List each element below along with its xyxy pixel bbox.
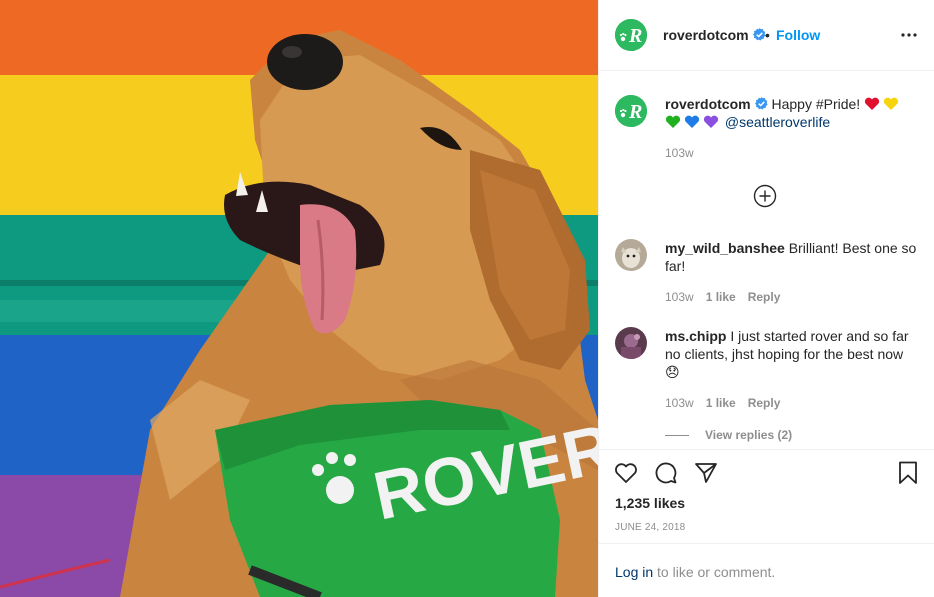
instagram-post: ROVER R roverdotcom • Follow R roverdotc… xyxy=(0,0,934,597)
heart-emojis-red-yellow-icon xyxy=(865,97,899,110)
login-link[interactable]: Log in xyxy=(615,564,653,580)
rover-logo-icon: R xyxy=(615,19,647,51)
caption: roverdotcom Happy #Pride! @seattleroverl… xyxy=(665,95,920,131)
comment-1-likes[interactable]: 1 like xyxy=(706,290,736,304)
dog-pride-photo: ROVER xyxy=(0,0,598,597)
caption-meta: 103w xyxy=(665,146,706,160)
user-avatar-icon xyxy=(615,327,647,359)
post-header: R roverdotcom • Follow xyxy=(599,0,934,71)
comment-2-reply-button[interactable]: Reply xyxy=(748,396,781,410)
post-actions: 1,235 likes JUNE 24, 2018 xyxy=(599,449,934,543)
add-comment-icon[interactable] xyxy=(753,184,777,208)
heart-emojis-green-blue-purple-icon xyxy=(665,115,719,128)
post-date[interactable]: JUNE 24, 2018 xyxy=(615,522,685,533)
verified-badge-icon xyxy=(754,97,768,110)
svg-text:R: R xyxy=(628,101,642,123)
comment-2-likes[interactable]: 1 like xyxy=(706,396,736,410)
account-username[interactable]: roverdotcom xyxy=(663,27,766,43)
comment-avatar-my-wild-banshee[interactable] xyxy=(615,239,647,271)
account-avatar[interactable]: R xyxy=(615,19,647,51)
follow-button[interactable]: Follow xyxy=(776,27,820,43)
login-prompt-text: Log in to like or comment. xyxy=(615,564,775,580)
comment-2: ms.chipp I just started rover and so far… xyxy=(665,327,920,381)
comment-avatar-ms-chipp[interactable] xyxy=(615,327,647,359)
disappointed-emoji-icon: 😞 xyxy=(665,364,680,380)
caption-avatar[interactable]: R xyxy=(615,95,647,127)
comment-1-time[interactable]: 103w xyxy=(665,290,694,304)
caption-username[interactable]: roverdotcom xyxy=(665,96,751,112)
header-separator: • xyxy=(765,27,770,43)
user-avatar-icon xyxy=(615,239,647,271)
comment-2-meta: 103w 1 like Reply xyxy=(665,396,792,410)
bookmark-icon[interactable] xyxy=(895,460,921,486)
comment-2-username[interactable]: ms.chipp xyxy=(665,328,726,344)
heart-icon[interactable] xyxy=(613,460,639,486)
verified-badge-icon xyxy=(752,28,766,41)
post-side-panel: R roverdotcom • Follow R roverdotcom Hap… xyxy=(598,0,934,597)
likes-count[interactable]: 1,235 likes xyxy=(615,495,685,511)
view-replies-button[interactable]: View replies (2) xyxy=(665,428,792,442)
comments-section: R roverdotcom Happy #Pride! @seattlerove… xyxy=(599,71,934,448)
caption-mention[interactable]: @seattleroverlife xyxy=(725,114,830,130)
share-icon[interactable] xyxy=(693,460,719,486)
more-options-icon[interactable] xyxy=(899,26,919,44)
comment-2-time[interactable]: 103w xyxy=(665,396,694,410)
comment-1-username[interactable]: my_wild_banshee xyxy=(665,240,785,256)
login-rest-text: to like or comment. xyxy=(657,564,776,580)
comment-icon[interactable] xyxy=(653,460,679,486)
comment-1-reply-button[interactable]: Reply xyxy=(748,290,781,304)
caption-timestamp[interactable]: 103w xyxy=(665,146,694,160)
caption-text: Happy #Pride! xyxy=(771,96,861,112)
replies-divider xyxy=(665,435,689,437)
comment-1: my_wild_banshee Brilliant! Best one so f… xyxy=(665,239,920,275)
login-prompt: Log in to like or comment. xyxy=(599,543,934,597)
rover-logo-icon: R xyxy=(615,95,647,127)
post-photo[interactable]: ROVER xyxy=(0,0,598,597)
comment-1-meta: 103w 1 like Reply xyxy=(665,290,792,304)
svg-text:R: R xyxy=(628,25,642,47)
